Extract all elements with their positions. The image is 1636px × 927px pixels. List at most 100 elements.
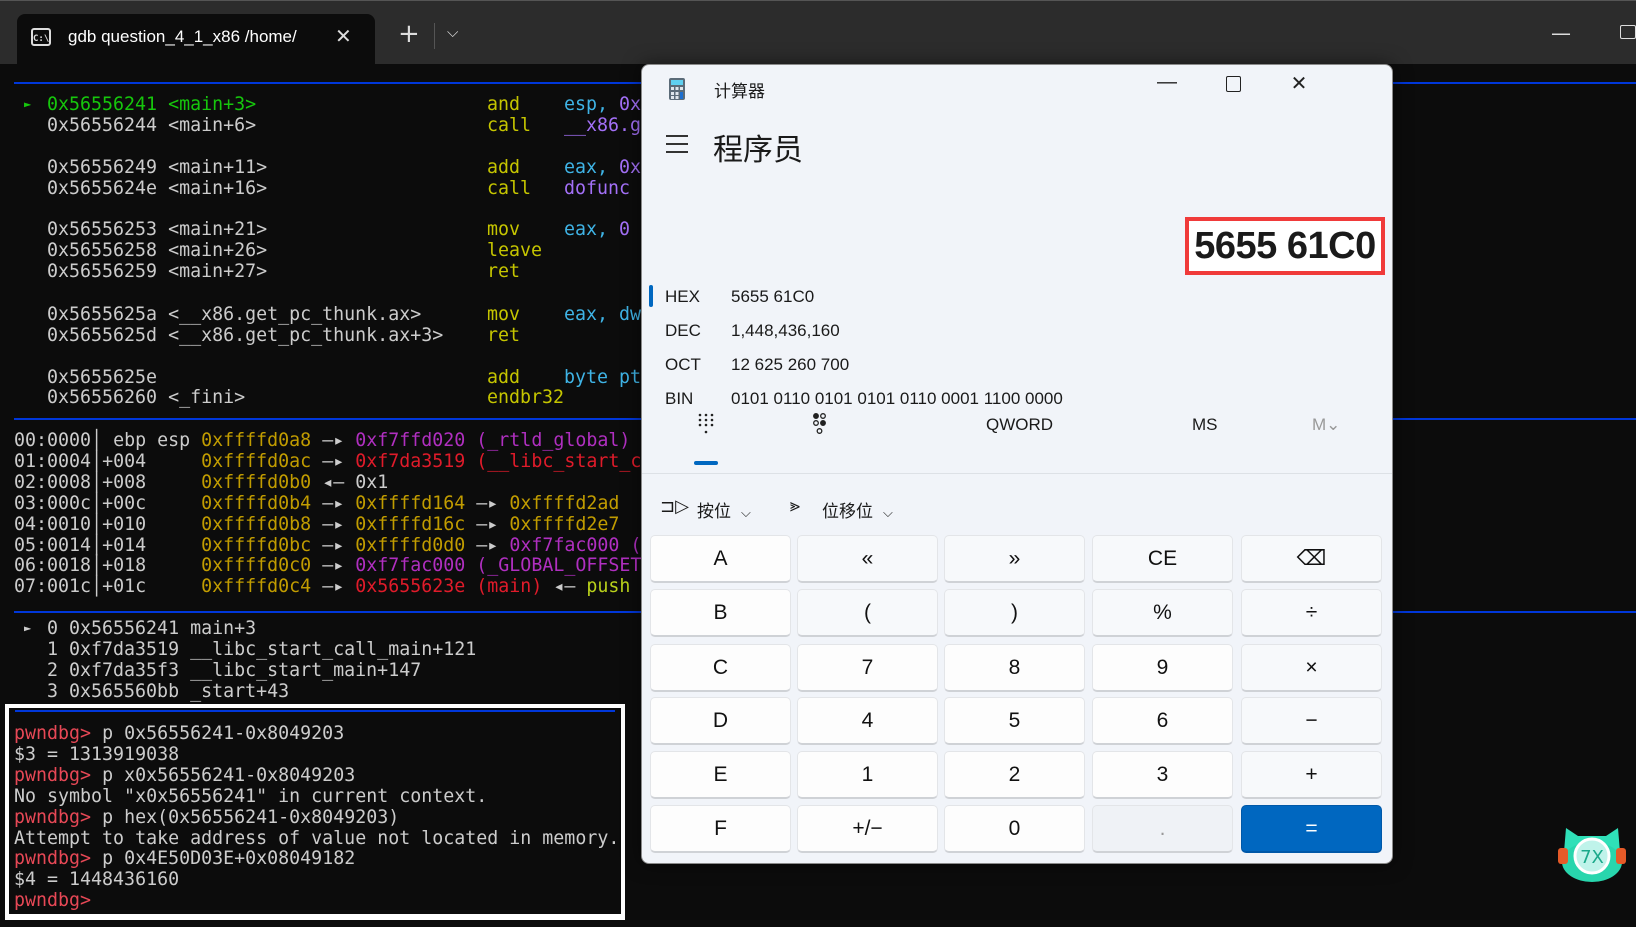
text-segment: dofunc <box>564 178 631 199</box>
current-instruction-marker-icon: ► <box>24 97 32 111</box>
console-line: Attempt to take address of value not loc… <box>14 828 619 849</box>
key-C[interactable]: C <box>650 644 791 692</box>
key-9[interactable]: 9 <box>1092 644 1233 692</box>
minimize-button[interactable]: — <box>1147 71 1187 94</box>
key-+[interactable]: + <box>1241 751 1382 799</box>
radix-row-bin[interactable]: BIN 0101 0110 0101 0101 0110 0001 1100 00… <box>642 389 1242 413</box>
bitshift-dropdown[interactable]: 位移位 ⌵ <box>822 497 893 522</box>
key-backspace-icon[interactable]: ⌫ <box>1241 535 1382 583</box>
key-0[interactable]: 0 <box>944 805 1085 853</box>
disasm-mnemonic: ret <box>487 325 520 346</box>
minimize-button[interactable]: — <box>1551 21 1571 45</box>
text-segment: 0x56556260 <_fini> <box>47 387 246 408</box>
key-E[interactable]: E <box>650 751 791 799</box>
key-A[interactable]: A <box>650 535 791 583</box>
bitwise-dropdown[interactable]: 按位 ⌵ <box>697 497 751 522</box>
key-.[interactable]: . <box>1092 805 1233 853</box>
key-6[interactable]: 6 <box>1092 697 1233 745</box>
key-)[interactable]: ) <box>944 589 1085 637</box>
key-8[interactable]: 8 <box>944 644 1085 692</box>
disasm-address: 0x5655624e <main+16> <box>47 178 267 199</box>
console-line: pwndbg> p 0x4E50D03E+0x08049182 <box>14 848 355 869</box>
text-segment: 0x5655625e <box>47 367 158 388</box>
close-tab-icon[interactable]: ✕ <box>335 24 352 48</box>
close-button[interactable]: ✕ <box>1279 71 1319 96</box>
key-%[interactable]: % <box>1092 589 1233 637</box>
disasm-mnemonic: add <box>487 157 520 178</box>
memory-store-button[interactable]: MS <box>1192 415 1218 435</box>
disasm-mnemonic: ret <box>487 261 520 282</box>
divider <box>434 23 435 49</box>
key-»[interactable]: » <box>944 535 1085 583</box>
disasm-address: 0x56556244 <main+6> <box>47 115 256 136</box>
key-F[interactable]: F <box>650 805 791 853</box>
key-+/−[interactable]: +/− <box>797 805 938 853</box>
key-÷[interactable]: ÷ <box>1241 589 1382 637</box>
radix-row-dec[interactable]: DEC 1,448,436,160 <box>642 321 1242 345</box>
key-5[interactable]: 5 <box>944 697 1085 745</box>
backspace-icon: ⌫ <box>1296 547 1327 570</box>
text-segment: 02:0008│ <box>14 471 103 493</box>
disasm-address: 0x56556259 <main+27> <box>47 261 267 282</box>
new-tab-button[interactable]: + <box>398 21 420 47</box>
terminal-tab[interactable]: C:\ gdb question_4_1_x86 /home/ ✕ <box>17 14 375 64</box>
key-4[interactable]: 4 <box>797 697 938 745</box>
disasm-operands: esp, 0x <box>564 94 641 115</box>
radix-value: 12 625 260 700 <box>731 355 850 374</box>
key-label: + <box>1305 762 1318 786</box>
disasm-operands: eax, dw <box>564 304 641 325</box>
console-line: $3 = 1313919038 <box>14 744 179 765</box>
key-label: ) <box>1011 600 1018 624</box>
bit-toggle-keypad-icon[interactable] <box>812 413 828 435</box>
text-segment: call <box>487 115 532 136</box>
text-segment: pwndbg> <box>14 764 103 786</box>
key-1[interactable]: 1 <box>797 751 938 799</box>
key-label: D <box>712 708 729 732</box>
key-CE[interactable]: CE <box>1092 535 1233 583</box>
bit-shift-icon: ⪢ <box>790 495 801 515</box>
key-B[interactable]: B <box>650 589 791 637</box>
terminal-titlebar: C:\ gdb question_4_1_x86 /home/ ✕ + ⌵ — <box>0 0 1636 64</box>
text-segment: 0x56556241 <main+3> <box>47 94 257 115</box>
key-label: 9 <box>1156 655 1169 679</box>
radix-row-oct[interactable]: OCT 12 625 260 700 <box>642 355 1242 379</box>
key-=[interactable]: = <box>1241 805 1382 853</box>
full-keypad-icon[interactable] <box>697 413 715 435</box>
text-segment: —▸ <box>311 492 356 514</box>
key-([interactable]: ( <box>797 589 938 637</box>
disasm-operands: eax, 0x <box>564 157 641 178</box>
text-segment: 07:001c│ <box>14 576 103 598</box>
key-−[interactable]: − <box>1241 697 1382 745</box>
key-«[interactable]: « <box>797 535 938 583</box>
text-segment: eax, dw <box>564 304 642 325</box>
stack-row: 03:000c│+00c 0xffffd0b4 —▸ 0xffffd164 —▸… <box>14 493 619 514</box>
chevron-down-icon[interactable]: ⌵ <box>447 23 458 41</box>
key-×[interactable]: × <box>1241 644 1382 692</box>
key-label: C <box>712 655 729 679</box>
key-7[interactable]: 7 <box>797 644 938 692</box>
key-D[interactable]: D <box>650 697 791 745</box>
text-segment: push <box>586 576 631 598</box>
text-segment: __x86.g <box>564 115 642 136</box>
maximize-button[interactable] <box>1226 76 1241 92</box>
backtrace-frame: 2 0xf7da35f3 __libc_start_main+147 <box>47 660 422 681</box>
console-line: $4 = 1448436160 <box>14 869 179 890</box>
backtrace-frame: 0 0x56556241 main+3 <box>47 618 257 639</box>
key-3[interactable]: 3 <box>1092 751 1233 799</box>
disasm-operands: dofunc <box>564 178 630 199</box>
text-segment: 0x56556244 <main+6> <box>47 115 257 136</box>
section-divider <box>15 710 615 712</box>
menu-icon[interactable] <box>666 135 688 159</box>
radix-value: 5655 61C0 <box>731 287 815 306</box>
text-segment: 05:0014│ <box>14 534 103 556</box>
text-segment: leave <box>487 240 543 261</box>
key-label: 4 <box>861 708 874 732</box>
text-segment: 0 <box>619 219 631 240</box>
key-label: CE <box>1147 546 1178 570</box>
key-2[interactable]: 2 <box>944 751 1085 799</box>
key-label: ( <box>864 600 871 624</box>
radix-row-hex[interactable]: HEX 5655 61C0 <box>642 285 1242 311</box>
memory-menu-button[interactable]: M⌄ <box>1312 415 1340 435</box>
word-size-button[interactable]: QWORD <box>986 415 1053 435</box>
maximize-button[interactable] <box>1620 25 1636 39</box>
